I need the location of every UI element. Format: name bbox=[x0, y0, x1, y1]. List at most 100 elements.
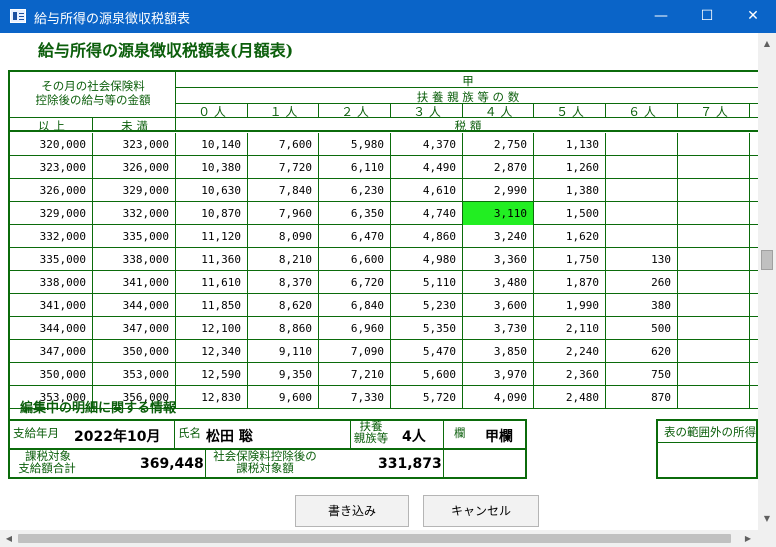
table-cell: 6,230 bbox=[319, 179, 391, 202]
minimize-button[interactable]: — bbox=[638, 0, 684, 33]
table-cell: 332,000 bbox=[10, 225, 93, 248]
table-cell: 338,000 bbox=[10, 271, 93, 294]
scroll-up-icon[interactable]: ▲ bbox=[758, 37, 776, 51]
table-cell: 1,620 bbox=[534, 225, 606, 248]
table-cell: 344,000 bbox=[93, 294, 176, 317]
table-cell: 11,360 bbox=[176, 248, 248, 271]
dependents-label-line2: 親族等 bbox=[353, 431, 389, 445]
table-cell: 1,990 bbox=[534, 294, 606, 317]
scroll-right-icon[interactable]: ▶ bbox=[741, 530, 755, 547]
table-cell: 8,210 bbox=[248, 248, 319, 271]
table-cell: 350,000 bbox=[93, 340, 176, 363]
table-cell: 2,360 bbox=[534, 363, 606, 386]
table-cell bbox=[606, 179, 678, 202]
table-cell: 341,000 bbox=[10, 294, 93, 317]
table-row[interactable]: 341,000 344,000 11,850 8,620 6,840 5,230 3,600… bbox=[10, 294, 758, 317]
table-cell bbox=[678, 202, 750, 225]
table-cell: 750 bbox=[606, 363, 678, 386]
scroll-down-icon[interactable]: ▼ bbox=[758, 512, 776, 526]
table-cell bbox=[678, 294, 750, 317]
table-cell bbox=[678, 317, 750, 340]
vertical-scroll-thumb[interactable] bbox=[761, 250, 773, 270]
table-cell bbox=[606, 156, 678, 179]
after-insurance-value: 331,873 bbox=[378, 456, 442, 472]
table-row[interactable]: 335,000 338,000 11,360 8,210 6,600 4,980 3,360… bbox=[10, 248, 758, 271]
table-cell: 323,000 bbox=[10, 156, 93, 179]
table-cell: 6,350 bbox=[319, 202, 391, 225]
table-cell: 7,720 bbox=[248, 156, 319, 179]
table-cell: 320,000 bbox=[10, 133, 93, 156]
table-row[interactable]: 338,000 341,000 11,610 8,370 6,720 5,110 3,480… bbox=[10, 271, 758, 294]
table-cell: 3,600 bbox=[463, 294, 534, 317]
table-cell: 2,750 bbox=[463, 133, 534, 156]
table-cell: 323,000 bbox=[93, 133, 176, 156]
info-section-title: 編集中の明細に関する情報 bbox=[20, 401, 177, 416]
table-row[interactable]: 350,000 353,000 12,590 9,350 7,210 5,600 3,970… bbox=[10, 363, 758, 386]
table-cell: 6,600 bbox=[319, 248, 391, 271]
table-cell: 500 bbox=[606, 317, 678, 340]
table-cell: 870 bbox=[606, 386, 678, 409]
table-cell: 12,590 bbox=[176, 363, 248, 386]
table-cell: 7,090 bbox=[319, 340, 391, 363]
table-cell bbox=[678, 386, 750, 409]
maximize-button[interactable]: ☐ bbox=[684, 0, 730, 33]
table-row[interactable]: 332,000 335,000 11,120 8,090 6,470 4,860 3,240… bbox=[10, 225, 758, 248]
table-cell: 4,980 bbox=[391, 248, 463, 271]
table-cell: 11,120 bbox=[176, 225, 248, 248]
horizontal-scrollbar[interactable]: ◀ ▶ bbox=[0, 530, 758, 547]
tax-table: その月の社会保険料 控除後の給与等の金額 以 上 未 満 甲 扶 養 親 族 等… bbox=[8, 70, 758, 430]
table-cell: 3,110 bbox=[463, 202, 534, 225]
table-row[interactable]: 329,000 332,000 10,870 7,960 6,350 4,740 3,110… bbox=[10, 202, 758, 225]
table-cell: 3,970 bbox=[463, 363, 534, 386]
table-cell: 353,000 bbox=[93, 363, 176, 386]
table-cell bbox=[678, 156, 750, 179]
table-cell: 3,480 bbox=[463, 271, 534, 294]
table-cell: 5,720 bbox=[391, 386, 463, 409]
table-cell: 5,350 bbox=[391, 317, 463, 340]
table-row[interactable]: 320,000 323,000 10,140 7,600 5,980 4,370 2,750… bbox=[10, 133, 758, 156]
table-cell: 326,000 bbox=[93, 156, 176, 179]
table-cell: 338,000 bbox=[93, 248, 176, 271]
table-row[interactable]: 326,000 329,000 10,630 7,840 6,230 4,610 2,990… bbox=[10, 179, 758, 202]
table-cell: 5,600 bbox=[391, 363, 463, 386]
table-cell: 3,360 bbox=[463, 248, 534, 271]
app-icon bbox=[10, 9, 26, 23]
table-cell bbox=[678, 340, 750, 363]
outside-range-label: 表の範囲外の所得 bbox=[664, 425, 756, 439]
table-cell: 3,730 bbox=[463, 317, 534, 340]
table-cell: 9,600 bbox=[248, 386, 319, 409]
table-cell: 329,000 bbox=[93, 179, 176, 202]
table-row[interactable]: 323,000 326,000 10,380 7,720 6,110 4,490 2,870… bbox=[10, 156, 758, 179]
table-cell: 6,960 bbox=[319, 317, 391, 340]
cancel-button[interactable]: キャンセル bbox=[423, 495, 539, 527]
write-button[interactable]: 書き込み bbox=[295, 495, 409, 527]
table-cell: 380 bbox=[606, 294, 678, 317]
outside-range-income-box: 表の範囲外の所得 bbox=[656, 419, 758, 479]
table-row[interactable]: 347,000 350,000 12,340 9,110 7,090 5,470 3,850… bbox=[10, 340, 758, 363]
name-label: 氏名 bbox=[178, 426, 201, 440]
table-cell: 7,840 bbox=[248, 179, 319, 202]
table-cell: 3,850 bbox=[463, 340, 534, 363]
scroll-left-icon[interactable]: ◀ bbox=[2, 530, 16, 547]
vertical-scrollbar[interactable]: ▲ ▼ bbox=[758, 33, 776, 530]
column-label: 欄 bbox=[454, 426, 466, 440]
table-cell: 12,830 bbox=[176, 386, 248, 409]
table-cell: 7,600 bbox=[248, 133, 319, 156]
table-row[interactable]: 344,000 347,000 12,100 8,860 6,960 5,350 3,730… bbox=[10, 317, 758, 340]
table-cell bbox=[678, 363, 750, 386]
table-cell: 8,090 bbox=[248, 225, 319, 248]
table-cell: 130 bbox=[606, 248, 678, 271]
title-bar: 給与所得の源泉徴収税額表 — ☐ ✕ bbox=[0, 0, 776, 33]
close-button[interactable]: ✕ bbox=[730, 0, 776, 33]
table-cell bbox=[606, 133, 678, 156]
table-cell: 347,000 bbox=[93, 317, 176, 340]
table-cell: 5,980 bbox=[319, 133, 391, 156]
table-cell bbox=[678, 271, 750, 294]
table-cell bbox=[678, 248, 750, 271]
table-cell: 8,620 bbox=[248, 294, 319, 317]
table-cell: 4,610 bbox=[391, 179, 463, 202]
horizontal-scroll-thumb[interactable] bbox=[18, 534, 731, 543]
table-cell: 9,110 bbox=[248, 340, 319, 363]
page-title: 給与所得の源泉徴収税額表(月額表) bbox=[38, 41, 294, 60]
table-cell: 260 bbox=[606, 271, 678, 294]
